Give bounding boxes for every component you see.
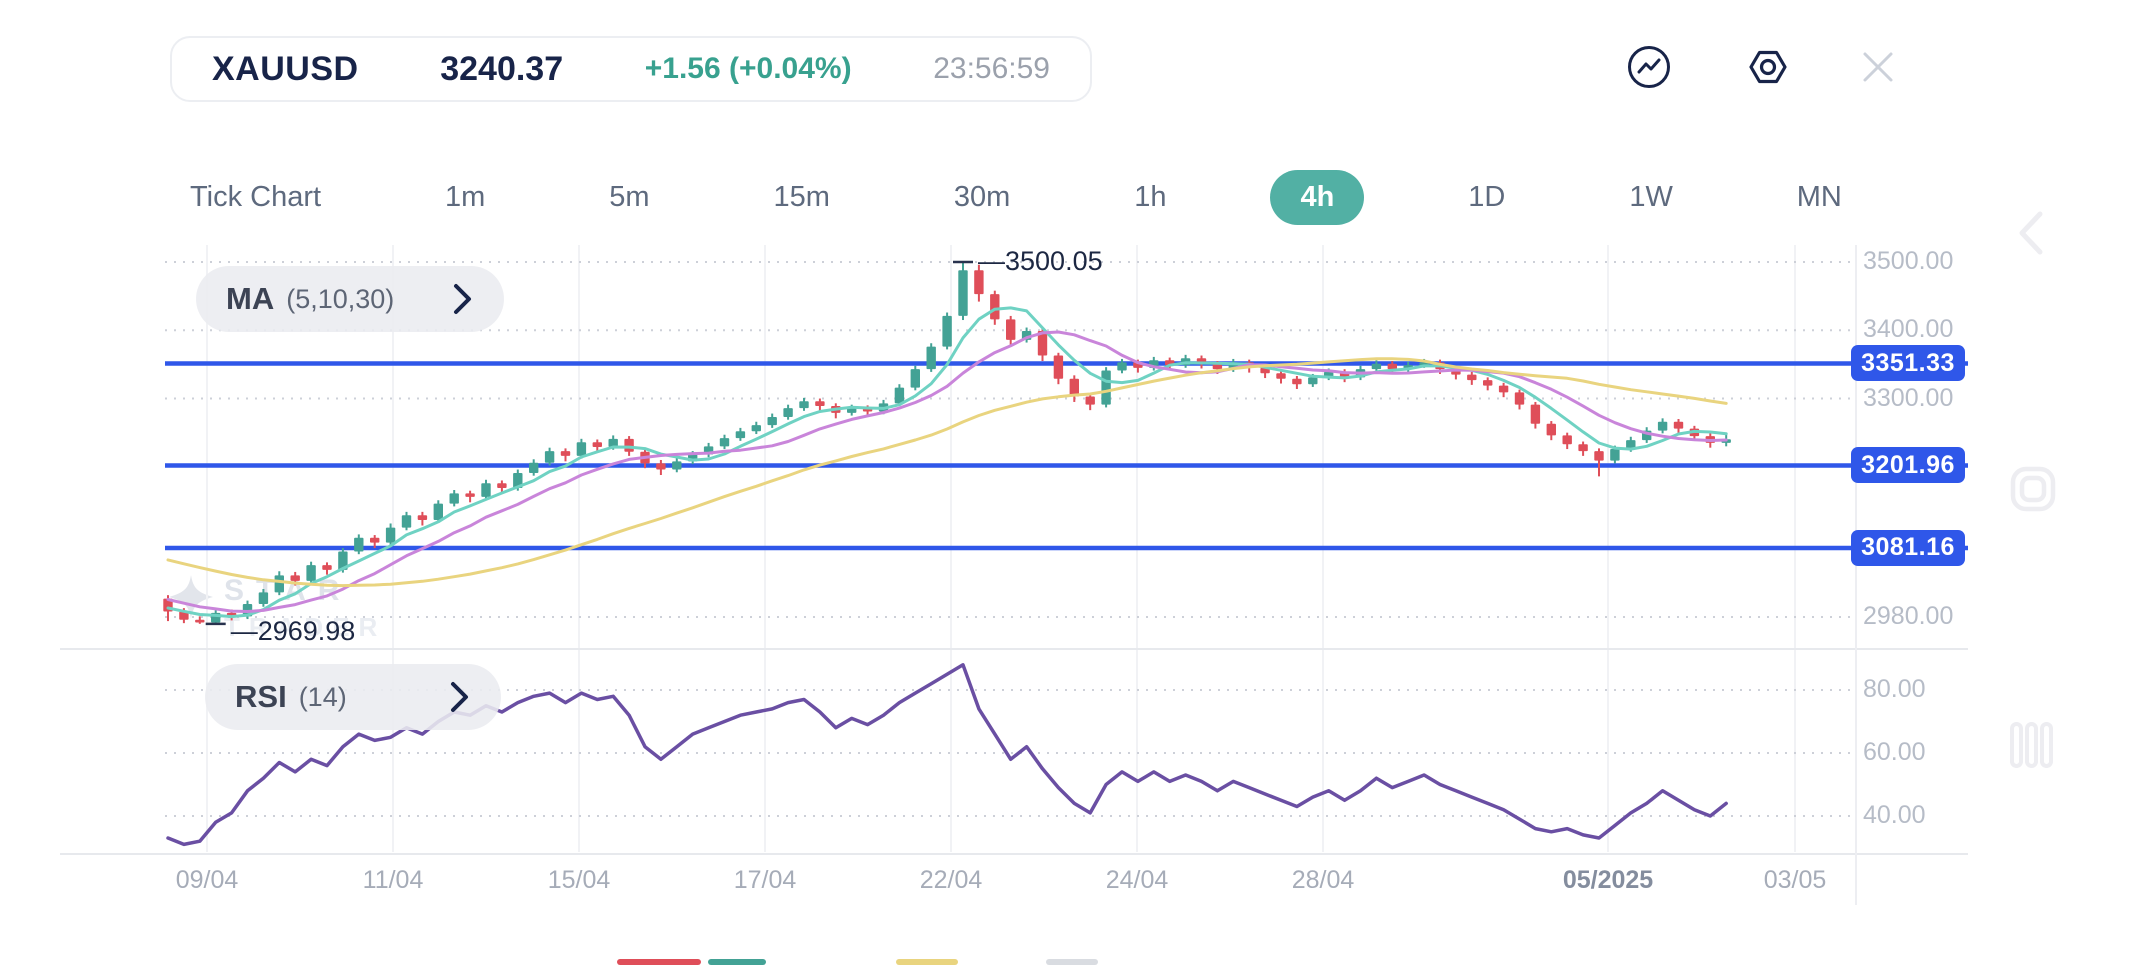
candle-body (1483, 380, 1492, 385)
candle-body (402, 515, 411, 527)
candle-body (1499, 386, 1508, 393)
candle-body (624, 439, 633, 452)
candle-body (1594, 451, 1603, 461)
close-icon[interactable] (1857, 46, 1899, 88)
candle-body (1086, 396, 1095, 404)
ma30-line (168, 359, 1726, 586)
candle-body (1674, 422, 1683, 429)
ma-indicator-pill[interactable]: MA (5,10,30) (196, 266, 504, 332)
candle-body (736, 431, 745, 438)
candle-body (1101, 371, 1110, 405)
quote-bar[interactable]: XAUUSD 3240.37 +1.56 (+0.04%) 23:56:59 (170, 36, 1092, 102)
candle-body (577, 442, 586, 456)
candle-body (306, 565, 315, 581)
candle-body (768, 417, 777, 425)
candle-body (656, 463, 665, 469)
tab-1h[interactable]: 1h (1114, 170, 1186, 225)
candle-body (1547, 424, 1556, 436)
candle-body (418, 515, 427, 520)
cutoff-fragment (708, 959, 766, 965)
candle-body (497, 483, 506, 488)
settings-hex-icon[interactable] (1745, 44, 1791, 90)
cutoff-fragment (617, 959, 701, 965)
candle-body (1292, 379, 1301, 384)
tab-15m[interactable]: 15m (754, 170, 850, 225)
cutoff-fragment (1046, 959, 1098, 965)
tab-1w[interactable]: 1W (1609, 170, 1693, 225)
panel-square-icon[interactable] (2008, 462, 2058, 516)
tab-1m[interactable]: 1m (425, 170, 505, 225)
candle-body (450, 493, 459, 503)
chevron-right-icon (452, 281, 474, 317)
candle-body (1054, 356, 1063, 379)
tab-mn[interactable]: MN (1777, 170, 1862, 225)
candle-body (386, 528, 395, 543)
candle-body (1388, 364, 1397, 369)
candle-body (1531, 405, 1540, 424)
drag-bars-icon[interactable] (2006, 718, 2058, 772)
candle-body (545, 451, 554, 463)
candle-body (1515, 392, 1524, 404)
candle-body (1276, 373, 1285, 378)
candle-body (799, 401, 808, 408)
last-price: 3240.37 (440, 50, 563, 89)
candle-body (1563, 435, 1572, 444)
candle-body (958, 270, 967, 316)
tab-4h[interactable]: 4h (1270, 170, 1364, 225)
rsi-indicator-pill[interactable]: RSI (14) (205, 664, 501, 730)
candle-body (927, 347, 936, 370)
ma-indicator-params: (5,10,30) (286, 284, 394, 315)
candle-body (481, 483, 490, 497)
candle-body (1006, 319, 1015, 339)
candle-body (783, 408, 792, 417)
rsi-indicator-name: RSI (235, 679, 287, 715)
candle-body (1578, 444, 1587, 451)
candle-body (1610, 449, 1619, 461)
candle-body (1658, 422, 1667, 431)
symbol-label: XAUUSD (212, 50, 359, 89)
candle-body (291, 575, 300, 580)
candle-body (322, 565, 331, 570)
candle-body (1372, 364, 1381, 369)
trend-circle-icon[interactable] (1626, 44, 1672, 90)
ma5-line (168, 308, 1726, 617)
candle-body (1308, 377, 1317, 384)
candle-body (195, 620, 204, 623)
quote-time: 23:56:59 (933, 52, 1050, 86)
candle-body (434, 504, 443, 520)
price-change: +1.56 (+0.04%) (645, 52, 852, 86)
collapse-chevron-icon[interactable] (2008, 206, 2058, 260)
price-chart-canvas[interactable] (0, 0, 2145, 965)
candle-body (942, 316, 951, 347)
candle-body (911, 369, 920, 387)
candle-body (593, 442, 602, 447)
ma10-line (168, 332, 1726, 612)
candle-body (370, 538, 379, 543)
candle-body (672, 461, 681, 469)
candle-body (1117, 362, 1126, 370)
candle-body (990, 294, 999, 319)
candle-body (465, 493, 474, 496)
candle-body (529, 463, 538, 473)
timeframe-tabs: Tick Chart 1m 5m 15m 30m 1h 4h 1D 1W MN (170, 166, 1862, 228)
candle-body (561, 451, 570, 456)
candle-body (720, 438, 729, 446)
chevron-right-icon (449, 679, 471, 715)
candle-body (895, 388, 904, 404)
candle-body (815, 401, 824, 406)
tab-30m[interactable]: 30m (934, 170, 1030, 225)
candle-body (1467, 375, 1476, 380)
cutoff-fragment (896, 959, 958, 965)
rsi-indicator-params: (14) (299, 682, 347, 713)
tab-1d[interactable]: 1D (1448, 170, 1525, 225)
candle-body (354, 538, 363, 552)
tab-5m[interactable]: 5m (589, 170, 669, 225)
candle-body (275, 575, 284, 592)
candle-body (974, 270, 983, 294)
tab-tick-chart[interactable]: Tick Chart (170, 170, 341, 225)
ma-indicator-name: MA (226, 281, 274, 317)
candle-body (259, 592, 268, 604)
candle-body (752, 425, 761, 431)
